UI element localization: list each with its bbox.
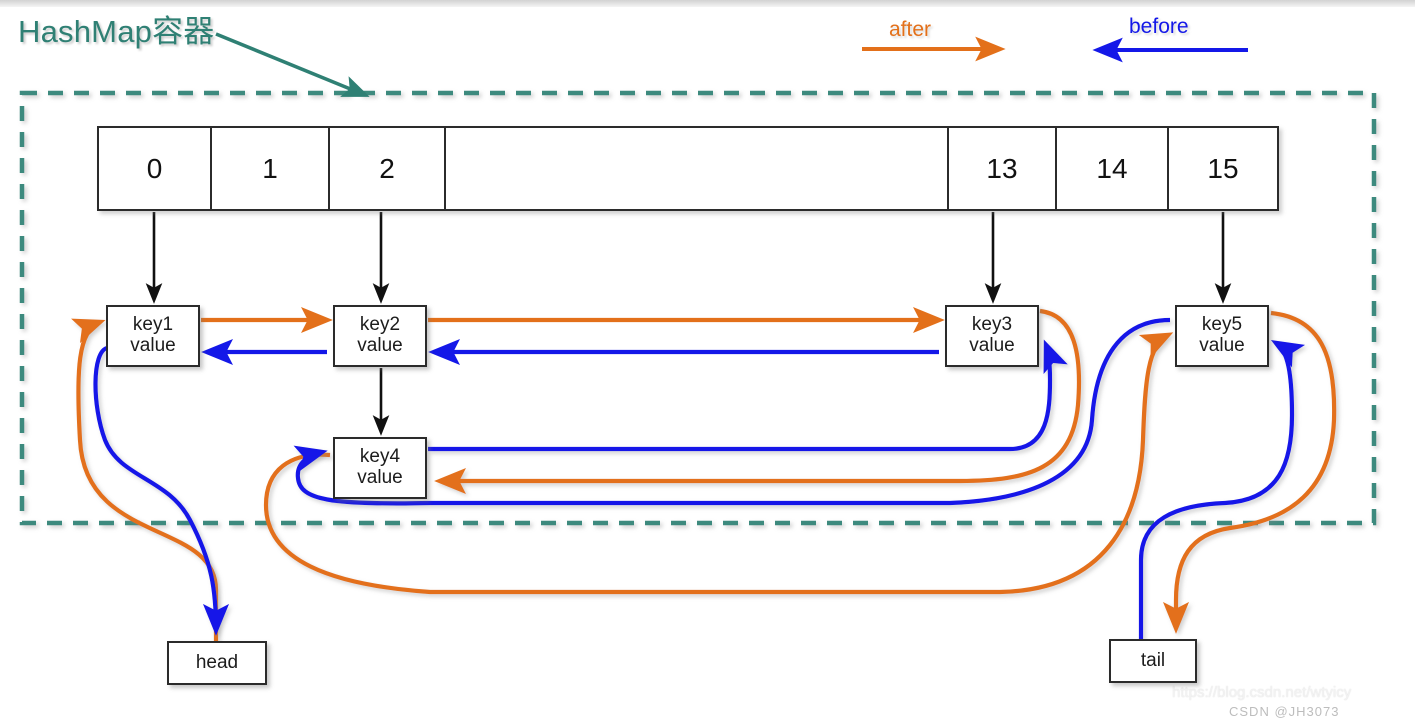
watermark-url: https://blog.csdn.net/wtyicy [1172, 684, 1352, 701]
node-key4-key: key4 [359, 446, 401, 468]
node-key3[interactable]: key3 value [945, 305, 1039, 367]
bucket-cell-14[interactable]: 14 [1057, 128, 1169, 209]
node-key4[interactable]: key4 value [333, 437, 427, 499]
node-key5-key: key5 [1201, 314, 1243, 336]
watermark-author: CSDN @JH3073 [1229, 704, 1340, 719]
bucket-cell-13[interactable]: 13 [949, 128, 1057, 209]
node-key5-value: value [1199, 335, 1245, 356]
node-key1[interactable]: key1 value [106, 305, 200, 367]
legend-after-label: after [889, 18, 932, 41]
node-key3-key: key3 [971, 314, 1013, 336]
bucket-array-table: 0 1 2 13 14 15 [97, 126, 1279, 211]
tail-box[interactable]: tail [1109, 639, 1197, 683]
node-key5[interactable]: key5 value [1175, 305, 1269, 367]
before-tail-to-key5 [1138, 340, 1306, 639]
bucket-cell-empty[interactable] [446, 128, 949, 209]
node-key1-value: value [130, 335, 176, 356]
node-key2-value: value [357, 335, 403, 356]
title-pointer-arrow [215, 32, 370, 97]
legend-before-label: before [1129, 15, 1189, 38]
node-key3-value: value [969, 335, 1015, 356]
diagram-canvas: HashMap容器 after before 0 1 2 13 14 15 ke… [0, 0, 1415, 725]
bucket-cell-0[interactable]: 0 [99, 128, 212, 209]
node-key2[interactable]: key2 value [333, 305, 427, 367]
node-key1-key: key1 [132, 314, 174, 336]
bucket-cell-1[interactable]: 1 [212, 128, 330, 209]
node-key4-value: value [357, 467, 403, 488]
node-key2-key: key2 [359, 314, 401, 336]
before-key5-to-key4 [293, 317, 1171, 506]
page-title: HashMap容器 [18, 14, 215, 49]
head-box[interactable]: head [167, 641, 267, 685]
before-key1-to-head [93, 345, 230, 636]
bucket-cell-2[interactable]: 2 [330, 128, 446, 209]
bucket-cell-15[interactable]: 15 [1169, 128, 1277, 209]
